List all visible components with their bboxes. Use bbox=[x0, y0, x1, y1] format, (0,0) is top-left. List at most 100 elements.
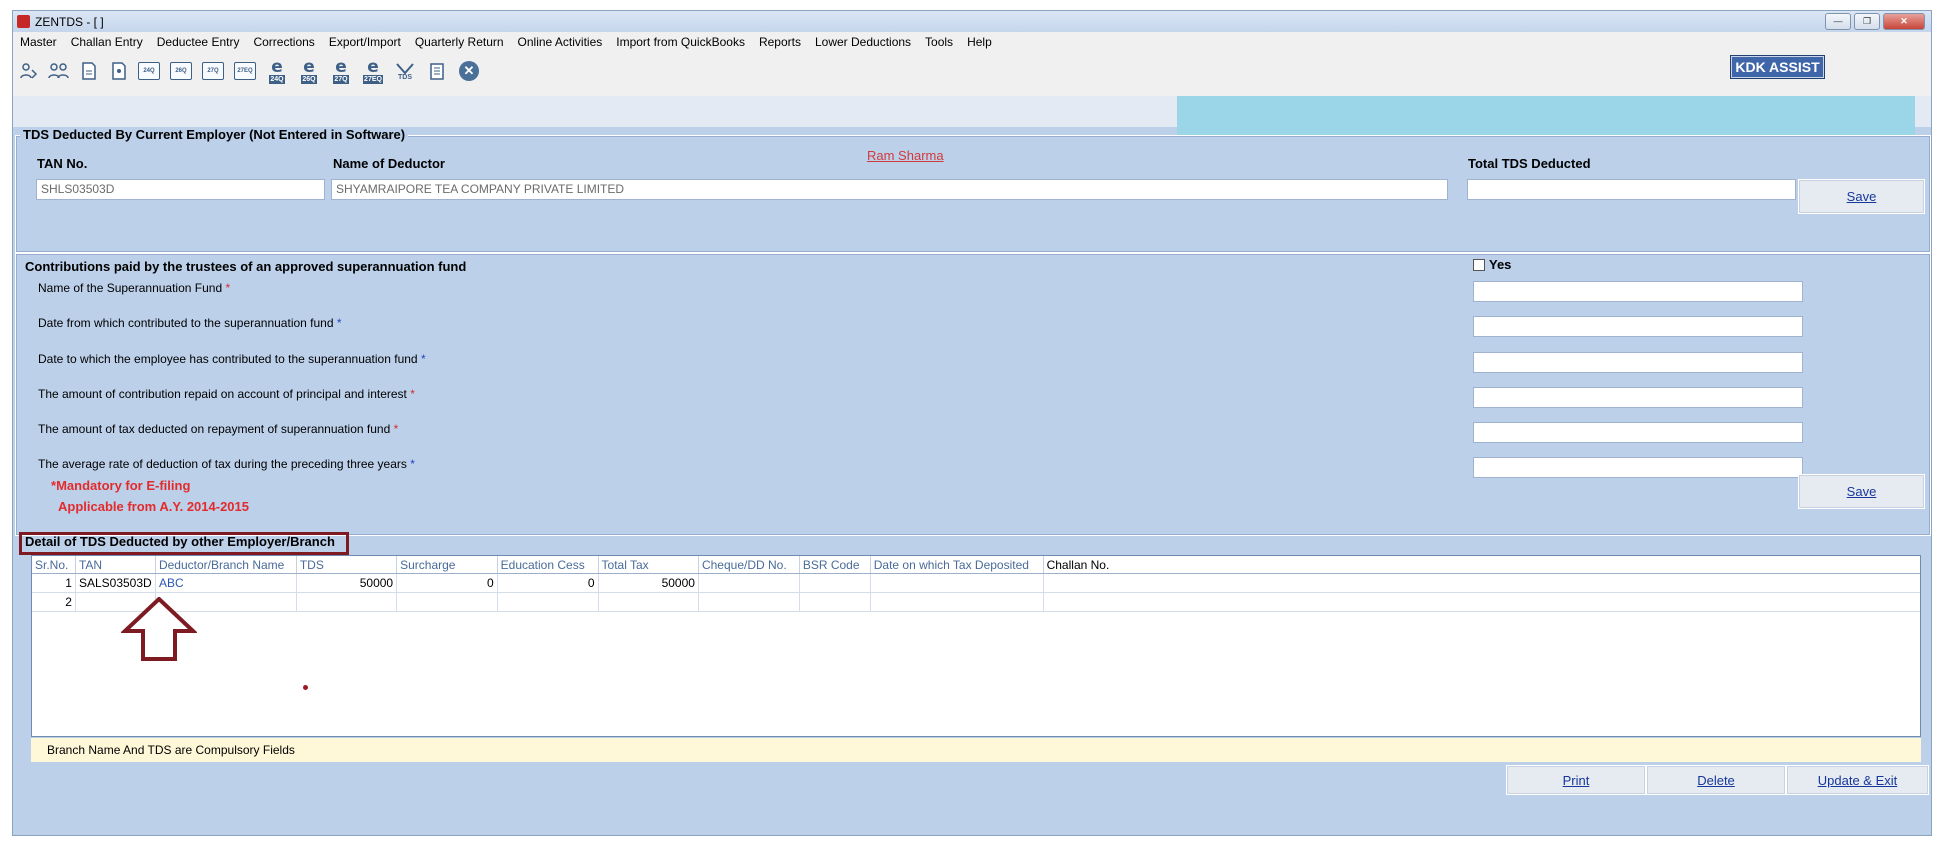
application-window: ZENTDS - [ ] — ❐ ✕ Master Challan Entry … bbox=[12, 10, 1932, 836]
tds-icon[interactable]: TDS bbox=[393, 58, 417, 84]
yes-label: Yes bbox=[1489, 257, 1512, 272]
cell-sr-no[interactable]: 2 bbox=[32, 592, 76, 612]
cell-date-deposited[interactable] bbox=[870, 573, 1044, 593]
kdk-assist-button[interactable]: KDK ASSIST bbox=[1730, 55, 1825, 79]
contribution-repaid-field[interactable] bbox=[1473, 387, 1803, 408]
toolbar: 24Q 26Q 27Q 27EQ e 24Q e 26Q e 27Q e 27EQ TD… bbox=[13, 52, 1931, 96]
cell-bsr-code[interactable] bbox=[799, 592, 871, 612]
app-logo-icon bbox=[17, 15, 30, 28]
employee-name-link[interactable]: Ram Sharma bbox=[867, 148, 944, 163]
print-button[interactable]: Print bbox=[1506, 765, 1646, 795]
cell-surcharge[interactable] bbox=[396, 592, 498, 612]
menu-import-quickbooks[interactable]: Import from QuickBooks bbox=[609, 32, 752, 52]
deductor-name-label: Name of Deductor bbox=[333, 156, 445, 171]
other-employer-grid[interactable]: Sr.No. TAN Deductor/Branch Name TDS Surc… bbox=[31, 555, 1921, 737]
date-from-label: Date from which contributed to the super… bbox=[38, 316, 342, 330]
form-24q-icon[interactable]: 24Q bbox=[137, 58, 161, 84]
menu-reports[interactable]: Reports bbox=[752, 32, 808, 52]
cell-cheque-dd-no[interactable] bbox=[698, 592, 800, 612]
col-surcharge[interactable]: Surcharge bbox=[396, 556, 498, 574]
fund-name-label: Name of the Superannuation Fund * bbox=[38, 281, 231, 295]
tax-deducted-repayment-label: The amount of tax deducted on repayment … bbox=[38, 422, 399, 436]
col-tan[interactable]: TAN bbox=[75, 556, 156, 574]
menu-help[interactable]: Help bbox=[960, 32, 999, 52]
deductor-name-field[interactable]: SHYAMRAIPORE TEA COMPANY PRIVATE LIMITED bbox=[331, 179, 1448, 200]
cell-challan-no[interactable] bbox=[1043, 592, 1920, 612]
col-cheque-dd-no[interactable]: Cheque/DD No. bbox=[698, 556, 800, 574]
form-27eq-icon[interactable]: 27EQ bbox=[233, 58, 257, 84]
cell-date-deposited[interactable] bbox=[870, 592, 1044, 612]
compulsory-fields-note: Branch Name And TDS are Compulsory Field… bbox=[47, 743, 295, 757]
title-bar: ZENTDS - [ ] — ❐ ✕ bbox=[13, 11, 1931, 32]
yes-checkbox[interactable] bbox=[1473, 259, 1485, 271]
mandatory-note: *Mandatory for E-filing bbox=[51, 478, 191, 493]
col-deductor-branch-name[interactable]: Deductor/Branch Name bbox=[155, 556, 297, 574]
close-icon[interactable]: ✕ bbox=[457, 58, 481, 84]
total-tds-label: Total TDS Deducted bbox=[1468, 156, 1591, 171]
tax-deducted-repayment-field[interactable] bbox=[1473, 422, 1803, 443]
col-total-tax[interactable]: Total Tax bbox=[598, 556, 699, 574]
form-27q-icon[interactable]: 27Q bbox=[201, 58, 225, 84]
menu-online-activities[interactable]: Online Activities bbox=[511, 32, 610, 52]
cell-total-tax[interactable] bbox=[598, 592, 699, 612]
col-bsr-code[interactable]: BSR Code bbox=[799, 556, 871, 574]
efile-24q-icon[interactable]: e 24Q bbox=[265, 58, 289, 84]
cell-deductor-branch-name[interactable]: ABC bbox=[155, 573, 297, 593]
average-rate-label: The average rate of deduction of tax dur… bbox=[38, 457, 415, 471]
marker-dot bbox=[303, 685, 308, 690]
tan-field[interactable]: SHLS03503D bbox=[36, 179, 325, 200]
menu-deductee-entry[interactable]: Deductee Entry bbox=[150, 32, 247, 52]
fund-name-field[interactable] bbox=[1473, 281, 1803, 302]
menu-tools[interactable]: Tools bbox=[918, 32, 960, 52]
cell-tds[interactable]: 50000 bbox=[296, 573, 398, 593]
menu-master[interactable]: Master bbox=[13, 32, 64, 52]
efile-27eq-icon[interactable]: e 27EQ bbox=[361, 58, 385, 84]
deductee-entry-icon[interactable] bbox=[107, 58, 131, 84]
menu-corrections[interactable]: Corrections bbox=[246, 32, 321, 52]
close-window-icon[interactable]: ✕ bbox=[1883, 13, 1925, 30]
form-26q-icon[interactable]: 26Q bbox=[169, 58, 193, 84]
cell-tds[interactable] bbox=[296, 592, 398, 612]
cell-challan-no[interactable] bbox=[1043, 573, 1920, 593]
cell-total-tax[interactable]: 50000 bbox=[598, 573, 699, 593]
col-date-deposited[interactable]: Date on which Tax Deposited bbox=[870, 556, 1044, 574]
notes-icon[interactable] bbox=[425, 58, 449, 84]
cell-sr-no[interactable]: 1 bbox=[32, 573, 76, 593]
col-challan-no[interactable]: Challan No. bbox=[1043, 556, 1920, 574]
contribution-repaid-label: The amount of contribution repaid on acc… bbox=[38, 387, 415, 401]
date-from-field[interactable] bbox=[1473, 316, 1803, 337]
table-row[interactable]: 2 bbox=[32, 592, 1920, 612]
table-row[interactable]: 1 SALS03503D ABC 50000 0 0 50000 bbox=[32, 573, 1920, 593]
efile-26q-icon[interactable]: e 26Q bbox=[297, 58, 321, 84]
cell-tan[interactable]: SALS03503D bbox=[75, 573, 156, 593]
employees-icon[interactable] bbox=[47, 58, 71, 84]
grid-footer: Branch Name And TDS are Compulsory Field… bbox=[31, 738, 1921, 762]
cell-education-cess[interactable]: 0 bbox=[497, 573, 599, 593]
cell-surcharge[interactable]: 0 bbox=[396, 573, 498, 593]
average-rate-field[interactable] bbox=[1473, 457, 1803, 478]
save-superannuation-button[interactable]: Save bbox=[1798, 474, 1925, 509]
update-exit-button[interactable]: Update & Exit bbox=[1786, 765, 1929, 795]
save-tds-button[interactable]: Save bbox=[1798, 179, 1925, 214]
col-tds[interactable]: TDS bbox=[296, 556, 398, 574]
col-sr-no[interactable]: Sr.No. bbox=[32, 556, 76, 574]
cell-education-cess[interactable] bbox=[497, 592, 599, 612]
menu-export-import[interactable]: Export/Import bbox=[322, 32, 408, 52]
other-employer-legend: Detail of TDS Deducted by other Employer… bbox=[25, 534, 335, 549]
cell-bsr-code[interactable] bbox=[799, 573, 871, 593]
current-employer-legend: TDS Deducted By Current Employer (Not En… bbox=[20, 127, 409, 142]
delete-button[interactable]: Delete bbox=[1646, 765, 1786, 795]
up-arrow-annotation-icon bbox=[119, 596, 199, 666]
cell-cheque-dd-no[interactable] bbox=[698, 573, 800, 593]
minimize-icon[interactable]: — bbox=[1825, 13, 1851, 30]
total-tds-field[interactable] bbox=[1467, 179, 1796, 200]
challan-icon[interactable] bbox=[77, 58, 101, 84]
date-to-field[interactable] bbox=[1473, 352, 1803, 373]
col-education-cess[interactable]: Education Cess bbox=[497, 556, 599, 574]
menu-lower-deductions[interactable]: Lower Deductions bbox=[808, 32, 918, 52]
deductor-icon[interactable] bbox=[17, 58, 41, 84]
menu-challan-entry[interactable]: Challan Entry bbox=[64, 32, 150, 52]
efile-27q-icon[interactable]: e 27Q bbox=[329, 58, 353, 84]
menu-quarterly-return[interactable]: Quarterly Return bbox=[408, 32, 511, 52]
restore-icon[interactable]: ❐ bbox=[1854, 13, 1880, 30]
